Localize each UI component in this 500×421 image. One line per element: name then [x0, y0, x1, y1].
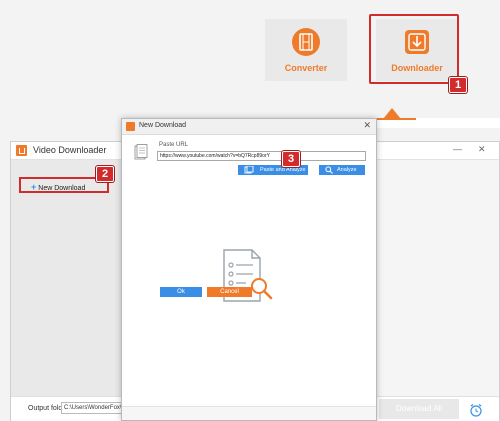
converter-tile[interactable]: Converter — [265, 19, 347, 81]
ok-button[interactable]: Ok — [160, 287, 202, 297]
paste-document-icon — [134, 144, 148, 160]
search-icon — [325, 166, 333, 174]
dialog-close-icon[interactable]: ✕ — [363, 120, 371, 131]
step-badge-1: 1 — [449, 77, 467, 93]
download-all-button[interactable]: Download All — [379, 399, 459, 419]
analyze-label: Analyze — [337, 167, 357, 173]
dialog-footer — [122, 406, 376, 420]
selection-arrow-icon — [383, 108, 401, 119]
new-download-titlebar: New Download ✕ — [122, 119, 376, 135]
step-badge-3: 3 — [282, 151, 300, 167]
new-download-label: New Download — [38, 185, 86, 192]
film-icon — [292, 28, 320, 56]
app-logo-icon — [16, 145, 27, 156]
url-input[interactable]: https://www.youtube.com/watch?v=bQ7Rcp89… — [157, 151, 366, 161]
paste-url-label: Paste URL — [159, 142, 189, 148]
cancel-button[interactable]: Cancel — [207, 287, 252, 297]
converter-label: Converter — [284, 63, 328, 73]
output-folder-field[interactable]: C:\Users\WonderFox\Documents — [61, 402, 123, 414]
analyze-button[interactable]: Analyze — [319, 165, 365, 175]
alarm-clock-icon[interactable] — [469, 403, 483, 417]
minimize-icon[interactable]: — — [453, 144, 462, 154]
plus-icon: + — [31, 182, 37, 192]
dialog-logo-icon — [126, 122, 135, 131]
new-download-title: New Download — [139, 122, 187, 129]
video-downloader-title: Video Downloader — [33, 145, 107, 155]
clipboard-icon — [244, 166, 254, 174]
close-icon[interactable]: ✕ — [478, 144, 486, 155]
video-downloader-sidebar: + New Download — [11, 160, 123, 396]
downloader-highlight-frame — [369, 14, 459, 84]
step-badge-2: 2 — [96, 166, 114, 182]
paste-and-analyze-label: Paste and Analyze — [260, 167, 306, 173]
new-download-dialog: New Download ✕ Paste URL https://www.you… — [121, 118, 377, 421]
